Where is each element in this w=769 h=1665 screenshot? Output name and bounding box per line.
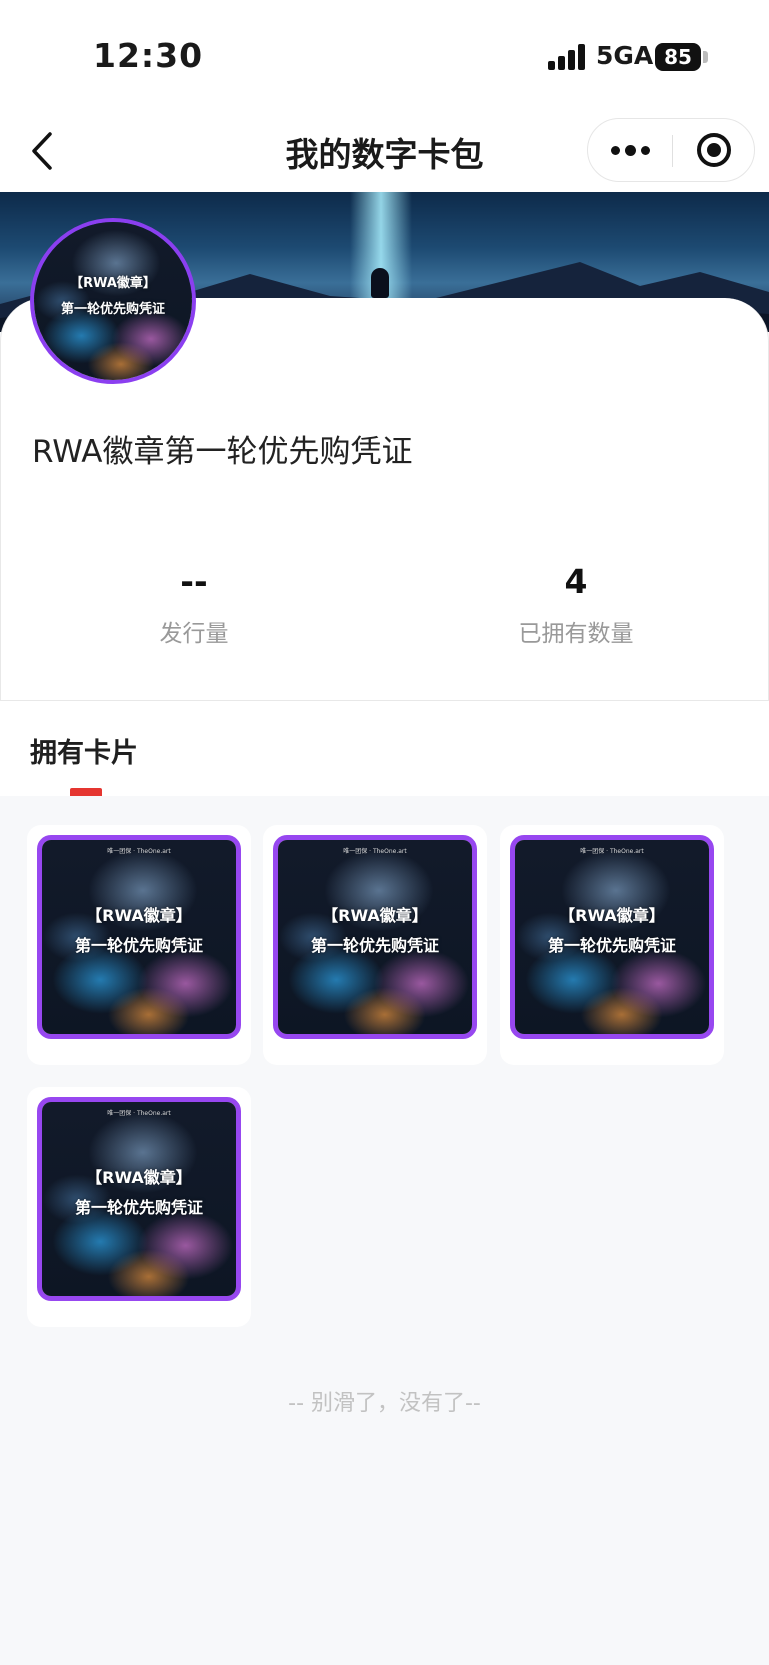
card-art-tag: 唯一团保 · TheOne.art [580, 848, 644, 855]
card-art-line1: 【RWA徽章】 [559, 906, 665, 925]
avatar-line1: 【RWA徽章】 [70, 276, 156, 291]
end-of-list-text: -- 别滑了，没有了-- [288, 1391, 481, 1416]
status-time: 12:30 [93, 36, 204, 75]
card-art: 唯一团保 · TheOne.art 【RWA徽章】 第一轮优先购凭证 [273, 835, 477, 1039]
network-label: 5GA [596, 41, 654, 70]
card-art-line1: 【RWA徽章】 [86, 1168, 192, 1187]
close-button[interactable] [673, 119, 755, 181]
card-art-tag: 唯一团保 · TheOne.art [343, 848, 407, 855]
card-art-line2: 第一轮优先购凭证 [74, 1198, 203, 1217]
tab-indicator [70, 788, 102, 796]
stat-issued-label: 发行量 [159, 621, 229, 647]
mini-program-capsule [587, 118, 755, 182]
battery-icon: 85 [655, 43, 701, 71]
owned-cards-header: 拥有卡片 [0, 701, 769, 796]
battery-tip [703, 51, 708, 63]
stat-owned-label: 已拥有数量 [518, 621, 634, 647]
page: 12:30 5GA 85 我的数字卡包 【RWA徽章】 第一轮优先购凭证 RWA… [0, 0, 769, 1665]
card-art: 唯一团保 · TheOne.art 【RWA徽章】 第一轮优先购凭证 [37, 1097, 241, 1301]
card-tile[interactable]: 唯一团保 · TheOne.art 【RWA徽章】 第一轮优先购凭证 [500, 825, 724, 1065]
card-art-tag: 唯一团保 · TheOne.art [107, 848, 171, 855]
stat-issued-value: -- [180, 562, 208, 601]
card-art-line2: 第一轮优先购凭证 [310, 936, 439, 955]
card-art-line1: 【RWA徽章】 [322, 906, 428, 925]
stat-owned-value: 4 [564, 562, 588, 601]
card-art-line2: 第一轮优先购凭证 [74, 936, 203, 955]
nav-bar: 我的数字卡包 [0, 110, 769, 192]
target-dot [707, 143, 721, 157]
signal-icon [548, 44, 588, 70]
stat-owned: 4 已拥有数量 [426, 560, 726, 648]
card-art: 唯一团保 · TheOne.art 【RWA徽章】 第一轮优先购凭证 [37, 835, 241, 1039]
card-tile[interactable]: 唯一团保 · TheOne.art 【RWA徽章】 第一轮优先购凭证 [27, 825, 251, 1065]
person-silhouette [371, 268, 389, 298]
card-tile[interactable]: 唯一团保 · TheOne.art 【RWA徽章】 第一轮优先购凭证 [263, 825, 487, 1065]
card-tile[interactable]: 唯一团保 · TheOne.art 【RWA徽章】 第一轮优先购凭证 [27, 1087, 251, 1327]
card-art-line2: 第一轮优先购凭证 [547, 936, 676, 955]
collection-name: RWA徽章第一轮优先购凭证 [32, 434, 413, 470]
card-art-tag: 唯一团保 · TheOne.art [107, 1110, 171, 1117]
tab-owned-cards[interactable]: 拥有卡片 [30, 731, 138, 770]
collection-avatar: 【RWA徽章】 第一轮优先购凭证 [30, 218, 196, 384]
avatar-line2: 第一轮优先购凭证 [60, 302, 165, 317]
status-bar: 12:30 5GA 85 [0, 0, 769, 110]
stat-issued: -- 发行量 [44, 560, 344, 648]
more-button[interactable] [588, 119, 672, 181]
more-dots-icon [611, 146, 620, 155]
card-art: 唯一团保 · TheOne.art 【RWA徽章】 第一轮优先购凭证 [510, 835, 714, 1039]
card-art-line1: 【RWA徽章】 [86, 906, 192, 925]
